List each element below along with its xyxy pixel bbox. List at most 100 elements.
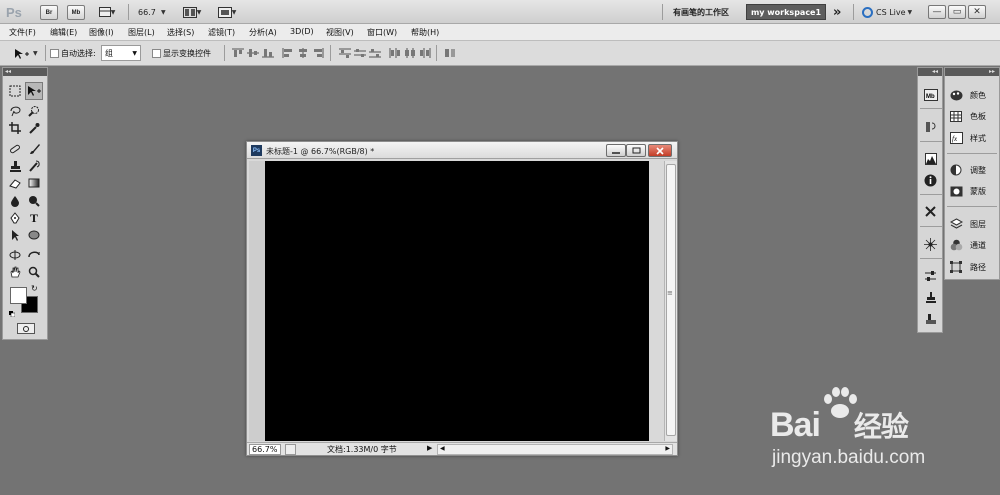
color-panel-tab[interactable]: 颜色 — [949, 87, 986, 103]
mini-bridge-button[interactable]: Mb — [67, 5, 85, 20]
menu-analysis[interactable]: 分析(A) — [249, 27, 277, 38]
auto-select-checkbox[interactable] — [50, 49, 59, 58]
close-app-button[interactable]: ✕ — [968, 5, 986, 19]
scroll-left-icon[interactable]: ◀ — [440, 445, 445, 452]
dodge-tool-icon[interactable] — [25, 192, 43, 210]
status-menu-arrow-icon[interactable]: ▶ — [427, 444, 432, 452]
tool-presets-panel-icon[interactable] — [922, 203, 939, 220]
menu-window[interactable]: 窗口(W) — [367, 27, 397, 38]
healing-brush-tool-icon[interactable] — [6, 140, 24, 158]
eyedropper-tool-icon[interactable] — [25, 119, 43, 137]
menu-filter[interactable]: 滤镜(T) — [208, 27, 235, 38]
workspace-active-button[interactable]: my workspace1 — [746, 4, 826, 20]
distribute-hcenter-icon[interactable] — [403, 47, 416, 59]
menu-edit[interactable]: 编辑(E) — [50, 27, 77, 38]
auto-align-layers-icon[interactable] — [443, 47, 456, 59]
menu-3d[interactable]: 3D(D) — [290, 27, 314, 36]
menu-layer[interactable]: 图层(L) — [128, 27, 155, 38]
align-vcenter-icon[interactable] — [246, 47, 259, 59]
history-panel-icon[interactable] — [922, 118, 939, 135]
pen-tool-icon[interactable] — [6, 209, 24, 227]
restore-button[interactable]: ▭ — [948, 5, 966, 19]
bridge-button[interactable]: Br — [40, 5, 58, 20]
cs-live-button[interactable]: CS Live ▼ — [862, 3, 912, 21]
layers-panel-tab[interactable]: 图层 — [949, 216, 986, 232]
distribute-top-icon[interactable] — [338, 47, 351, 59]
histogram-panel-icon[interactable] — [922, 150, 939, 167]
vertical-scroll-thumb[interactable] — [666, 164, 676, 436]
status-icon[interactable] — [285, 444, 296, 455]
brush-tool-icon[interactable] — [25, 140, 43, 158]
mini-bridge-panel-icon[interactable]: Mb — [922, 86, 939, 103]
image-canvas[interactable] — [265, 161, 649, 441]
distribute-left-icon[interactable] — [388, 47, 401, 59]
align-left-icon[interactable] — [281, 47, 294, 59]
swap-colors-icon[interactable]: ↻ — [31, 284, 38, 293]
more-workspaces-button[interactable]: » — [833, 3, 841, 21]
crop-tool-icon[interactable] — [6, 119, 24, 137]
menu-select[interactable]: 选择(S) — [167, 27, 194, 38]
masks-panel-tab[interactable]: 蒙版 — [949, 183, 986, 199]
collapse-arrows-icon[interactable]: ◂◂ — [3, 68, 47, 76]
menu-help[interactable]: 帮助(H) — [411, 27, 439, 38]
distribute-right-icon[interactable] — [418, 47, 431, 59]
path-selection-tool-icon[interactable] — [6, 226, 24, 244]
clone-stamp-tool-icon[interactable] — [6, 157, 24, 175]
collapse-arrows-icon[interactable]: ◂◂ — [918, 68, 942, 76]
vertical-scrollbar[interactable]: ≡ — [664, 161, 677, 441]
quick-mask-button[interactable] — [17, 323, 35, 334]
minimize-button[interactable]: — — [928, 5, 946, 19]
auto-select-option[interactable]: 自动选择: — [50, 46, 96, 61]
distribute-vcenter-icon[interactable] — [353, 47, 366, 59]
scroll-right-icon[interactable]: ▶ — [665, 445, 670, 452]
document-title-bar[interactable]: Ps 未标题-1 @ 66.7%(RGB/8) * — [247, 142, 677, 159]
zoom-tool-icon[interactable] — [25, 263, 43, 281]
actions-panel-icon[interactable] — [922, 267, 939, 284]
align-hcenter-icon[interactable] — [296, 47, 309, 59]
workspace-painting-link[interactable]: 有画笔的工作区 — [673, 3, 729, 21]
marquee-tool-icon[interactable] — [6, 82, 24, 100]
brush-panel-icon[interactable] — [922, 236, 939, 253]
align-top-icon[interactable] — [231, 47, 244, 59]
adjustments-panel-tab[interactable]: 调整 — [949, 162, 986, 178]
zoom-field[interactable]: 66.7% — [249, 444, 281, 455]
menu-view[interactable]: 视图(V) — [326, 27, 354, 38]
zoom-level-value[interactable]: 66.7 — [138, 3, 156, 21]
menu-file[interactable]: 文件(F) — [9, 27, 36, 38]
arrange-documents-button[interactable]: ▼ — [178, 3, 206, 21]
doc-minimize-button[interactable] — [606, 144, 626, 157]
collapse-arrows-icon[interactable]: ▸▸ — [945, 68, 999, 76]
notes-panel-icon[interactable] — [922, 310, 939, 327]
blur-tool-icon[interactable] — [6, 192, 24, 210]
tool-preset-picker[interactable]: ▼ — [14, 46, 38, 61]
show-transform-option[interactable]: 显示变换控件 — [152, 46, 211, 61]
foreground-color-swatch[interactable] — [10, 287, 27, 304]
history-brush-tool-icon[interactable] — [25, 157, 43, 175]
swatches-panel-tab[interactable]: 色板 — [949, 108, 986, 124]
screen-mode-button[interactable]: ▼ — [213, 3, 241, 21]
horizontal-scrollbar[interactable]: ◀ ▶ — [437, 444, 673, 455]
document-info[interactable]: 文档:1.33M/0 字节 — [327, 444, 397, 455]
distribute-bottom-icon[interactable] — [368, 47, 381, 59]
ellipse-tool-icon[interactable] — [25, 226, 43, 244]
extras-menu-button[interactable]: ▼ — [94, 3, 120, 21]
lasso-tool-icon[interactable] — [6, 102, 24, 120]
align-bottom-icon[interactable] — [261, 47, 274, 59]
eraser-tool-icon[interactable] — [6, 174, 24, 192]
info-panel-icon[interactable] — [922, 172, 939, 189]
hand-tool-icon[interactable] — [6, 263, 24, 281]
channels-panel-tab[interactable]: 通道 — [949, 237, 986, 253]
doc-close-button[interactable] — [648, 144, 672, 157]
default-colors-icon[interactable] — [9, 310, 16, 318]
move-tool-icon[interactable] — [25, 82, 43, 100]
clone-source-panel-icon[interactable] — [922, 288, 939, 305]
doc-restore-button[interactable] — [626, 144, 646, 157]
paths-panel-tab[interactable]: 路径 — [949, 259, 986, 275]
auto-select-dropdown[interactable]: 组 ▼ — [101, 45, 141, 61]
styles-panel-tab[interactable]: fx 样式 — [949, 130, 986, 146]
3d-rotate-tool-icon[interactable] — [6, 246, 24, 264]
quick-selection-tool-icon[interactable] — [25, 102, 43, 120]
type-tool-icon[interactable]: T — [25, 209, 43, 227]
align-right-icon[interactable] — [311, 47, 324, 59]
gradient-tool-icon[interactable] — [25, 174, 43, 192]
